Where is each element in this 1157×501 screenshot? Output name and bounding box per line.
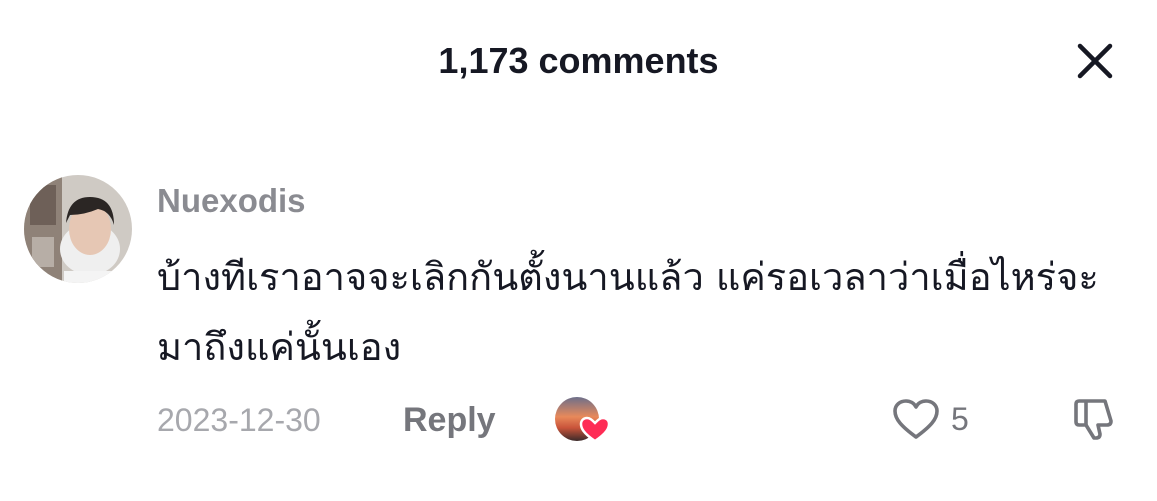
- close-icon: [1077, 43, 1113, 79]
- comment-username[interactable]: Nuexodis: [157, 180, 306, 222]
- thumbs-down-icon: [1074, 399, 1113, 440]
- comment-text: บ้างทีเราอาจจะเลิกกันตั้งนานแล้ว แค่รอเว…: [157, 255, 1099, 369]
- comments-count-title: 1,173 comments: [438, 40, 719, 81]
- creator-liked-heart-icon: [555, 397, 611, 443]
- creator-liked-badge: [553, 395, 611, 445]
- like-count: 5: [951, 400, 969, 437]
- like-button[interactable]: 5: [891, 395, 969, 443]
- comment-actions-row: 2023-12-30 Reply 5: [157, 395, 1137, 445]
- reply-button[interactable]: Reply: [403, 399, 496, 441]
- heart-outline-icon: [893, 399, 939, 439]
- avatar[interactable]: [24, 175, 132, 283]
- comment-date: 2023-12-30: [157, 402, 321, 438]
- avatar-photo: [24, 175, 132, 283]
- dislike-button[interactable]: [1071, 395, 1121, 443]
- close-button[interactable]: [1070, 36, 1120, 86]
